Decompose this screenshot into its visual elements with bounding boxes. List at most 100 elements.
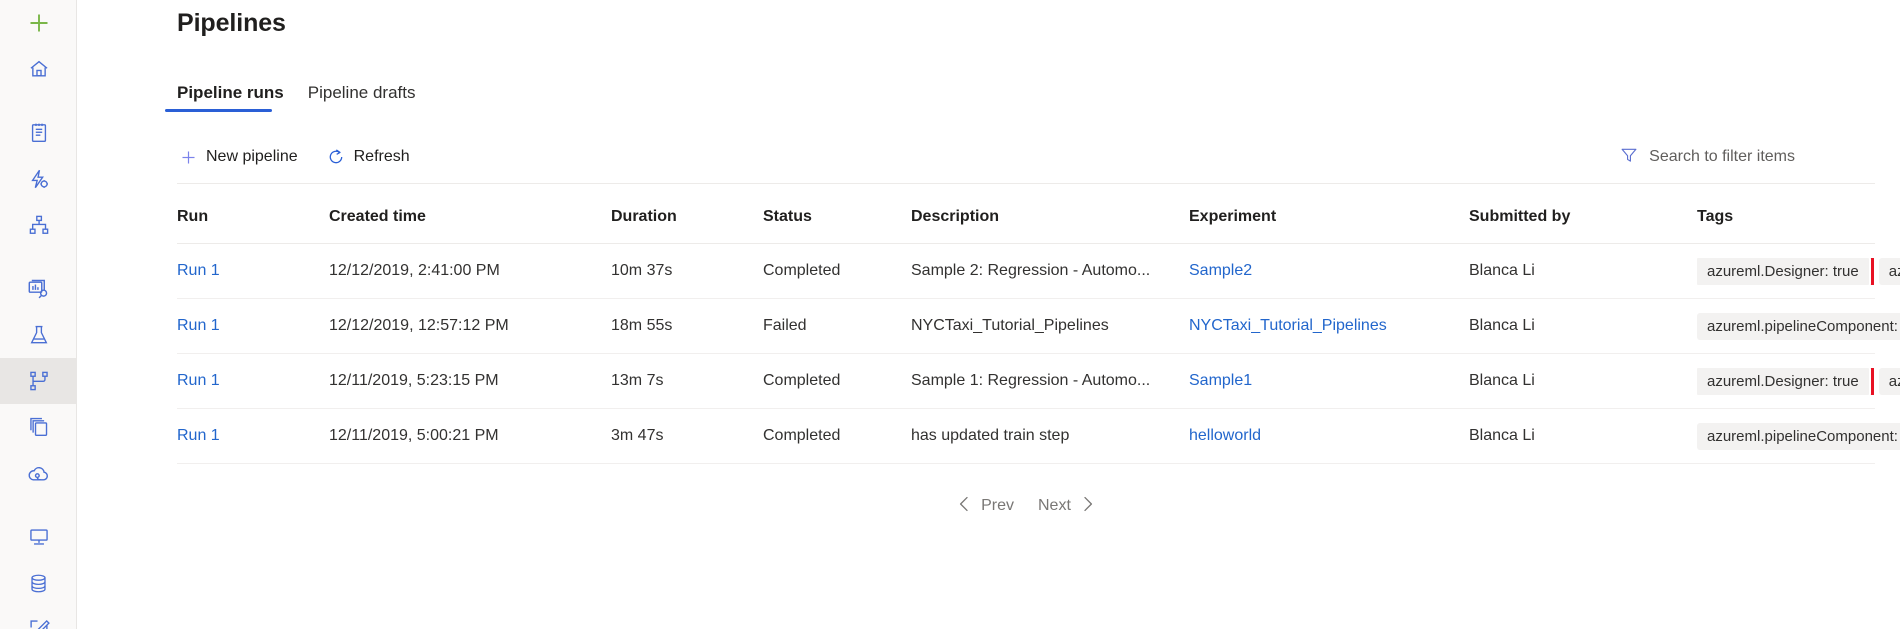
cell-experiment: NYCTaxi_Tutorial_Pipelines (1189, 317, 1469, 335)
cell-submitted-by: Blanca Li (1469, 317, 1697, 335)
cell-experiment: Sample2 (1189, 262, 1469, 280)
rail-item-datasets[interactable] (0, 266, 77, 312)
column-header-created-time[interactable]: Created time (329, 208, 611, 226)
rail-item-data-labeling[interactable] (0, 606, 77, 629)
command-bar: New pipeline Refresh Search to filt (177, 135, 1875, 179)
pipelines-icon (28, 370, 50, 392)
tag-chip[interactable]: azureml.Designer: true (1697, 368, 1869, 395)
pipeline-runs-table: Run Created time Duration Status Descrip… (177, 191, 1875, 464)
experiment-link[interactable]: Sample2 (1189, 262, 1252, 279)
cell-created-time: 12/11/2019, 5:00:21 PM (329, 427, 611, 445)
tag-chip[interactable]: azure... (1879, 368, 1900, 395)
home-icon (28, 58, 50, 80)
rail-item-endpoints[interactable] (0, 450, 77, 496)
prev-label: Prev (981, 497, 1014, 515)
experiment-link[interactable]: NYCTaxi_Tutorial_Pipelines (1189, 317, 1387, 334)
column-header-experiment[interactable]: Experiment (1189, 208, 1469, 226)
table-row[interactable]: Run 1 12/11/2019, 5:23:15 PM 13m 7s Comp… (177, 354, 1875, 409)
rail-item-new[interactable] (0, 0, 77, 46)
column-header-run[interactable]: Run (177, 208, 329, 226)
cell-experiment: Sample1 (1189, 372, 1469, 390)
next-page-button[interactable]: Next (1026, 492, 1107, 521)
tag-list: azureml.Designer: true azure... (1697, 258, 1900, 285)
cell-run: Run 1 (177, 372, 329, 390)
cell-created-time: 12/12/2019, 12:57:12 PM (329, 317, 611, 335)
rail-item-experiments[interactable] (0, 312, 77, 358)
cell-run: Run 1 (177, 317, 329, 335)
refresh-button[interactable]: Refresh (325, 143, 421, 171)
cell-status: Completed (763, 372, 911, 390)
cell-tags: azureml.pipelineComponent: pi... (1697, 423, 1900, 450)
cell-experiment: helloworld (1189, 427, 1469, 445)
rail-item-compute[interactable] (0, 514, 77, 560)
rail-item-designer[interactable] (0, 202, 77, 248)
rail-item-notebooks[interactable] (0, 110, 77, 156)
endpoints-icon (27, 462, 50, 485)
rail-item-datastores[interactable] (0, 560, 77, 606)
refresh-icon (327, 148, 345, 166)
column-header-tags[interactable]: Tags (1697, 208, 1875, 226)
cell-duration: 18m 55s (611, 317, 763, 335)
column-header-status[interactable]: Status (763, 208, 911, 226)
cell-description: NYCTaxi_Tutorial_Pipelines (911, 317, 1189, 335)
column-header-duration[interactable]: Duration (611, 208, 763, 226)
filter-label: Search to filter items (1649, 148, 1795, 166)
automated-ml-icon (28, 168, 50, 190)
cell-submitted-by: Blanca Li (1469, 372, 1697, 390)
filter-items-button[interactable]: Search to filter items (1620, 146, 1795, 169)
cell-description: has updated train step (911, 427, 1189, 445)
table-row[interactable]: Run 1 12/12/2019, 12:57:12 PM 18m 55s Fa… (177, 299, 1875, 354)
designer-icon (28, 214, 50, 236)
monitor-icon (28, 526, 50, 548)
run-link[interactable]: Run 1 (177, 262, 220, 279)
rail-group-authoring (0, 110, 76, 248)
tab-pipeline-drafts[interactable]: Pipeline drafts (296, 83, 428, 112)
plus-icon (179, 149, 197, 166)
cell-run: Run 1 (177, 262, 329, 280)
tag-chip[interactable]: azure... (1879, 258, 1900, 285)
cell-created-time: 12/12/2019, 2:41:00 PM (329, 262, 611, 280)
main-content: Pipelines Pipeline runs Pipeline drafts … (77, 0, 1900, 629)
chevron-right-icon (1081, 496, 1095, 517)
tag-list: azureml.pipelineComponent: pi... (1697, 313, 1900, 340)
tag-chip[interactable]: azureml.pipelineComponent: pi... (1697, 313, 1900, 340)
run-link[interactable]: Run 1 (177, 427, 220, 444)
tab-pipeline-runs[interactable]: Pipeline runs (165, 83, 296, 112)
cell-tags: azureml.Designer: true azure... (1697, 368, 1900, 395)
cell-submitted-by: Blanca Li (1469, 427, 1697, 445)
tag-list: azureml.pipelineComponent: pi... (1697, 423, 1900, 450)
new-pipeline-button[interactable]: New pipeline (177, 143, 309, 171)
table-row[interactable]: Run 1 12/12/2019, 2:41:00 PM 10m 37s Com… (177, 244, 1875, 299)
tag-list: azureml.Designer: true azure... (1697, 368, 1900, 395)
prev-page-button[interactable]: Prev (945, 492, 1026, 521)
cell-duration: 13m 7s (611, 372, 763, 390)
run-link[interactable]: Run 1 (177, 372, 220, 389)
rail-item-home[interactable] (0, 46, 77, 92)
app-root: Pipelines Pipeline runs Pipeline drafts … (0, 0, 1900, 629)
rail-item-pipelines[interactable] (0, 358, 77, 404)
tag-chip[interactable]: azureml.Designer: true (1697, 258, 1869, 285)
cell-status: Completed (763, 427, 911, 445)
page-title: Pipelines (177, 9, 286, 38)
run-link[interactable]: Run 1 (177, 317, 220, 334)
models-icon (28, 416, 50, 438)
experiment-link[interactable]: helloworld (1189, 427, 1261, 444)
notebook-icon (28, 122, 50, 144)
experiment-link[interactable]: Sample1 (1189, 372, 1252, 389)
rail-group-assets (0, 266, 76, 496)
left-nav-rail (0, 0, 77, 629)
column-header-description[interactable]: Description (911, 208, 1189, 226)
cell-run: Run 1 (177, 427, 329, 445)
labeling-icon (28, 618, 50, 629)
flask-icon (28, 324, 50, 346)
rail-item-automated-ml[interactable] (0, 156, 77, 202)
pagination: Prev Next (177, 484, 1875, 528)
table-header-row: Run Created time Duration Status Descrip… (177, 191, 1875, 244)
cell-status: Completed (763, 262, 911, 280)
rail-item-models[interactable] (0, 404, 77, 450)
tag-chip[interactable]: azureml.pipelineComponent: pi... (1697, 423, 1900, 450)
filter-icon (1620, 146, 1638, 169)
new-pipeline-label: New pipeline (206, 148, 298, 166)
table-row[interactable]: Run 1 12/11/2019, 5:00:21 PM 3m 47s Comp… (177, 409, 1875, 464)
column-header-submitted-by[interactable]: Submitted by (1469, 208, 1697, 226)
